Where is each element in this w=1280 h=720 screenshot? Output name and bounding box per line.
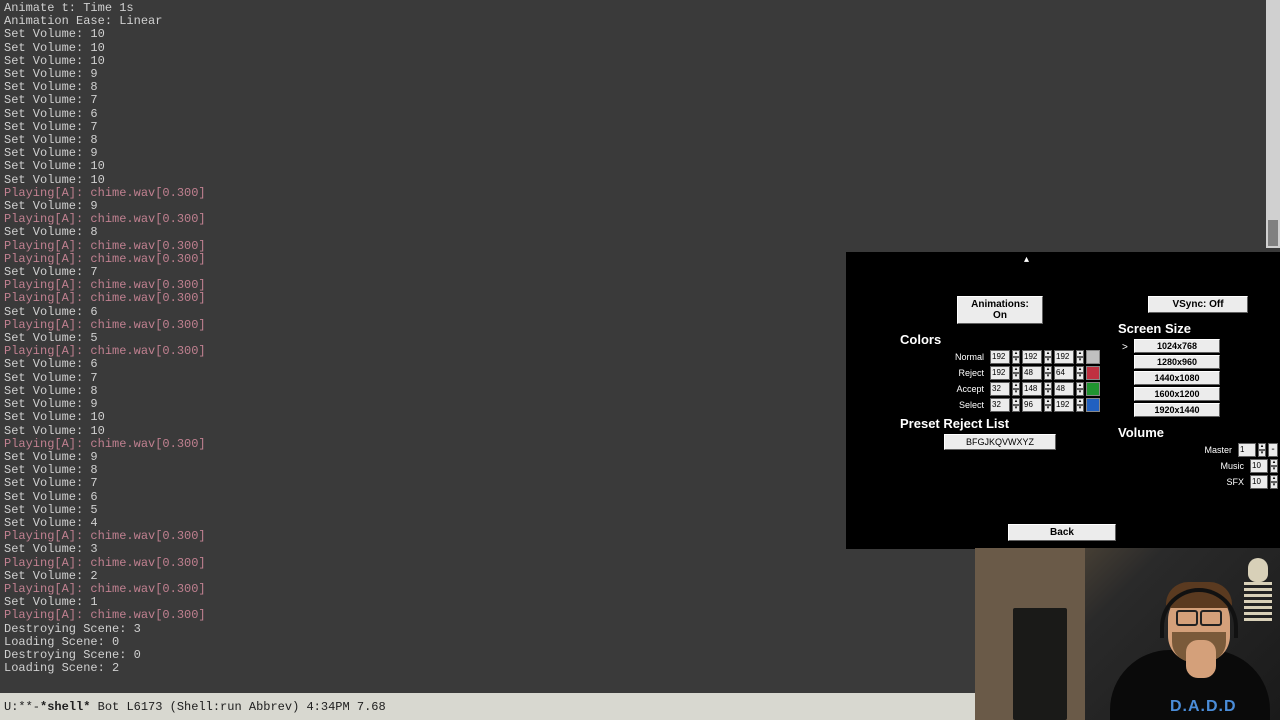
spinner-icon[interactable]: ▴▾ <box>1044 350 1052 364</box>
spinner-icon[interactable]: ▴▾ <box>1012 382 1020 396</box>
terminal-line: Set Volume: 8 <box>4 226 1262 239</box>
preset-heading: Preset Reject List <box>900 416 1100 431</box>
terminal-line: Playing[A]: chime.wav[0.300] <box>4 240 1262 253</box>
screen-size-heading: Screen Size <box>1118 321 1278 336</box>
spinner-icon[interactable]: ▴▾ <box>1258 443 1266 457</box>
spinner-icon[interactable]: ▴▾ <box>1012 366 1020 380</box>
scrollbar-thumb[interactable] <box>1268 220 1278 246</box>
preset-reject-button[interactable]: BFGJKQVWXYZ <box>944 434 1056 450</box>
terminal-line: Animation Ease: Linear <box>4 15 1262 28</box>
modeline-status: U:**- <box>4 700 40 714</box>
color-swatch[interactable] <box>1086 382 1100 396</box>
color-row-select: Select 32▴▾ 96▴▾ 192▴▾ <box>900 398 1100 412</box>
settings-panel: ▴ Animations: On Colors Normal 192▴▾ 192… <box>846 252 1280 549</box>
volume-row-sfx: SFX 10▴▾ <box>1194 475 1278 489</box>
volume-label: Music <box>1194 461 1244 471</box>
color-b-input[interactable]: 192 <box>1054 350 1074 364</box>
terminal-line: Playing[A]: chime.wav[0.300] <box>4 213 1262 226</box>
colors-heading: Colors <box>900 332 1100 347</box>
screen-size-option[interactable]: 1600x1200 <box>1134 387 1220 401</box>
vsync-toggle[interactable]: VSync: Off <box>1148 296 1248 313</box>
terminal-line: Set Volume: 7 <box>4 94 1262 107</box>
screen-size-option[interactable]: 1024x768 <box>1134 339 1220 353</box>
terminal-line: Set Volume: 9 <box>4 147 1262 160</box>
volume-minus-button[interactable]: - <box>1268 443 1278 457</box>
terminal-scrollbar[interactable] <box>1266 0 1280 248</box>
color-b-input[interactable]: 192 <box>1054 398 1074 412</box>
terminal-line: Playing[A]: chime.wav[0.300] <box>4 187 1262 200</box>
volume-input[interactable]: 1 <box>1238 443 1256 457</box>
spinner-icon[interactable]: ▴▾ <box>1044 398 1052 412</box>
size-selected-marker: > <box>1122 342 1130 353</box>
spinner-icon[interactable]: ▴▾ <box>1270 475 1278 489</box>
color-b-input[interactable]: 64 <box>1054 366 1074 380</box>
color-r-input[interactable]: 192 <box>990 366 1010 380</box>
color-g-input[interactable]: 96 <box>1022 398 1042 412</box>
terminal-line: Set Volume: 10 <box>4 28 1262 41</box>
webcam-overlay: D.A.D.D Dads Against Daughters Dating <box>975 548 1280 720</box>
spinner-icon[interactable]: ▴▾ <box>1044 382 1052 396</box>
color-label: Accept <box>900 384 984 394</box>
color-row-accept: Accept 32▴▾ 148▴▾ 48▴▾ <box>900 382 1100 396</box>
spinner-icon[interactable]: ▴▾ <box>1270 459 1278 473</box>
terminal-line: Animate t: Time 1s <box>4 2 1262 15</box>
terminal-line: Set Volume: 10 <box>4 55 1262 68</box>
screen-size-option[interactable]: 1280x960 <box>1134 355 1220 369</box>
color-swatch[interactable] <box>1086 398 1100 412</box>
spinner-icon[interactable]: ▴▾ <box>1076 350 1084 364</box>
volume-input[interactable]: 10 <box>1250 475 1268 489</box>
color-b-input[interactable]: 48 <box>1054 382 1074 396</box>
color-swatch[interactable] <box>1086 366 1100 380</box>
color-g-input[interactable]: 48 <box>1022 366 1042 380</box>
spinner-icon[interactable]: ▴▾ <box>1076 382 1084 396</box>
volume-row-master: Master 1▴▾ - <box>1194 443 1278 457</box>
color-label: Normal <box>900 352 984 362</box>
volume-heading: Volume <box>1118 425 1278 440</box>
terminal-line: Set Volume: 8 <box>4 134 1262 147</box>
spinner-icon[interactable]: ▴▾ <box>1076 366 1084 380</box>
animations-toggle[interactable]: Animations: On <box>957 296 1043 324</box>
cursor-icon: ▴ <box>1024 254 1029 265</box>
terminal-line: Set Volume: 6 <box>4 108 1262 121</box>
back-button[interactable]: Back <box>1008 524 1116 541</box>
color-label: Select <box>900 400 984 410</box>
spinner-icon[interactable]: ▴▾ <box>1076 398 1084 412</box>
color-g-input[interactable]: 192 <box>1022 350 1042 364</box>
volume-input[interactable]: 10 <box>1250 459 1268 473</box>
screen-size-option[interactable]: 1440x1080 <box>1134 371 1220 385</box>
terminal-line: Set Volume: 10 <box>4 174 1262 187</box>
color-label: Reject <box>900 368 984 378</box>
modeline-info: Bot L6173 (Shell:run Abbrev) 4:34PM 7.68 <box>90 700 385 714</box>
terminal-line: Set Volume: 10 <box>4 160 1262 173</box>
color-r-input[interactable]: 32 <box>990 398 1010 412</box>
spinner-icon[interactable]: ▴▾ <box>1012 398 1020 412</box>
color-r-input[interactable]: 32 <box>990 382 1010 396</box>
spinner-icon[interactable]: ▴▾ <box>1012 350 1020 364</box>
terminal-line: Set Volume: 7 <box>4 121 1262 134</box>
modeline-buffer: *shell* <box>40 700 90 714</box>
volume-label: SFX <box>1194 477 1244 487</box>
color-swatch[interactable] <box>1086 350 1100 364</box>
shirt-logo-text: D.A.D.D <box>1170 698 1237 716</box>
terminal-line: Set Volume: 9 <box>4 68 1262 81</box>
spinner-icon[interactable]: ▴▾ <box>1044 366 1052 380</box>
color-row-reject: Reject 192▴▾ 48▴▾ 64▴▾ <box>900 366 1100 380</box>
volume-row-music: Music 10▴▾ <box>1194 459 1278 473</box>
color-row-normal: Normal 192▴▾ 192▴▾ 192▴▾ <box>900 350 1100 364</box>
terminal-line: Set Volume: 8 <box>4 81 1262 94</box>
screen-size-option[interactable]: 1920x1440 <box>1134 403 1220 417</box>
volume-label: Master <box>1194 445 1232 455</box>
color-g-input[interactable]: 148 <box>1022 382 1042 396</box>
terminal-line: Set Volume: 10 <box>4 42 1262 55</box>
color-r-input[interactable]: 192 <box>990 350 1010 364</box>
